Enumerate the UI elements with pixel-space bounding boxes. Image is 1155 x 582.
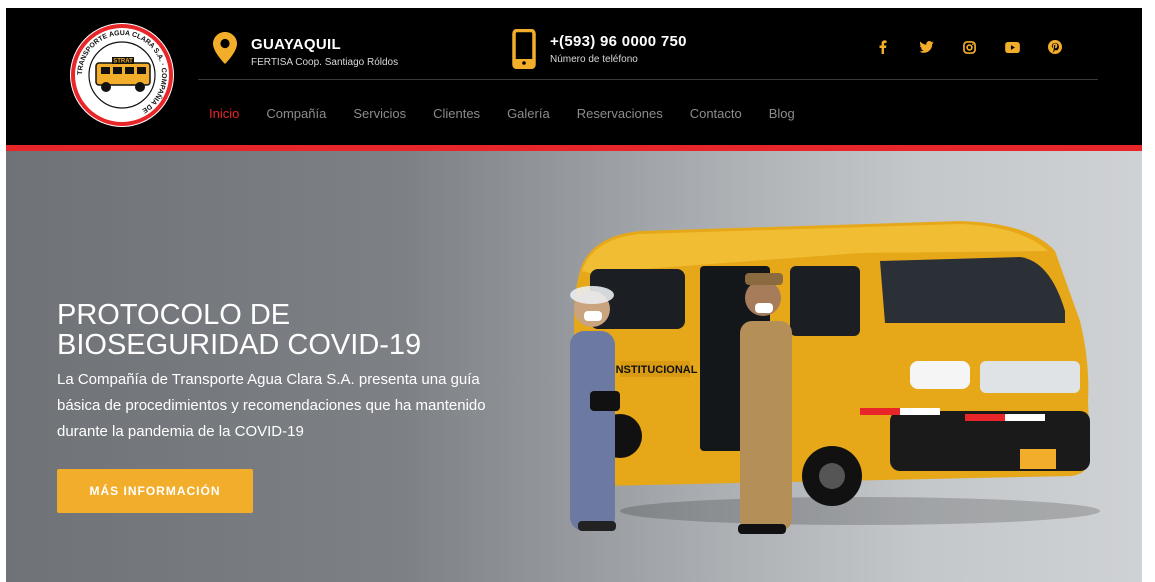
location-info: GUAYAQUIL FERTISA Coop. Santiago Róldos bbox=[213, 32, 398, 68]
nav-item-compania[interactable]: Compañía bbox=[266, 106, 326, 121]
header-divider bbox=[198, 79, 1098, 80]
facebook-icon[interactable] bbox=[874, 38, 892, 56]
nav-item-blog[interactable]: Blog bbox=[769, 106, 795, 121]
pinterest-icon[interactable] bbox=[1046, 38, 1064, 56]
phone-icon bbox=[512, 29, 536, 69]
youtube-icon[interactable] bbox=[1003, 38, 1021, 56]
more-info-button[interactable]: MÁS INFORMACIÓN bbox=[57, 469, 253, 513]
van-side-label: INSTITUCIONAL bbox=[613, 364, 698, 376]
logo-badge: STRAT bbox=[113, 59, 133, 65]
nav-item-contacto[interactable]: Contacto bbox=[690, 106, 742, 121]
company-logo[interactable]: TRANSPORTE AGUA CLARA S.A. · COMPAÑIA DE… bbox=[68, 21, 176, 129]
phone-number: +(593) 96 0000 750 bbox=[550, 33, 687, 50]
hero-description: La Compañía de Transporte Agua Clara S.A… bbox=[57, 371, 486, 440]
twitter-icon[interactable] bbox=[917, 38, 935, 56]
nav-item-inicio[interactable]: Inicio bbox=[209, 106, 239, 121]
hero-title: PROTOCOLO DE BIOSEGURIDAD COVID-19 bbox=[57, 299, 422, 361]
phone-label: Número de teléfono bbox=[550, 54, 638, 65]
instagram-icon[interactable] bbox=[960, 38, 978, 56]
nav-item-reservaciones[interactable]: Reservaciones bbox=[577, 106, 663, 121]
nav-item-clientes[interactable]: Clientes bbox=[433, 106, 480, 121]
location-address: FERTISA Coop. Santiago Róldos bbox=[251, 57, 399, 68]
nav-item-galeria[interactable]: Galería bbox=[507, 106, 550, 121]
page: TRANSPORTE AGUA CLARA S.A. · COMPAÑIA DE… bbox=[6, 8, 1142, 582]
social-links bbox=[874, 38, 1089, 56]
map-pin-icon bbox=[213, 32, 237, 64]
school-van-image: INSTITUCIONAL bbox=[570, 221, 1100, 534]
location-title: GUAYAQUIL bbox=[251, 36, 341, 53]
nav-item-servicios[interactable]: Servicios bbox=[353, 106, 406, 121]
hero-banner: PROTOCOLO DE BIOSEGURIDAD COVID-19 La Co… bbox=[6, 151, 1142, 582]
site-header: TRANSPORTE AGUA CLARA S.A. · COMPAÑIA DE… bbox=[6, 8, 1142, 145]
main-nav: Inicio Compañía Servicios Clientes Galer… bbox=[209, 106, 822, 121]
phone-info[interactable]: +(593) 96 0000 750 Número de teléfono bbox=[512, 29, 687, 69]
